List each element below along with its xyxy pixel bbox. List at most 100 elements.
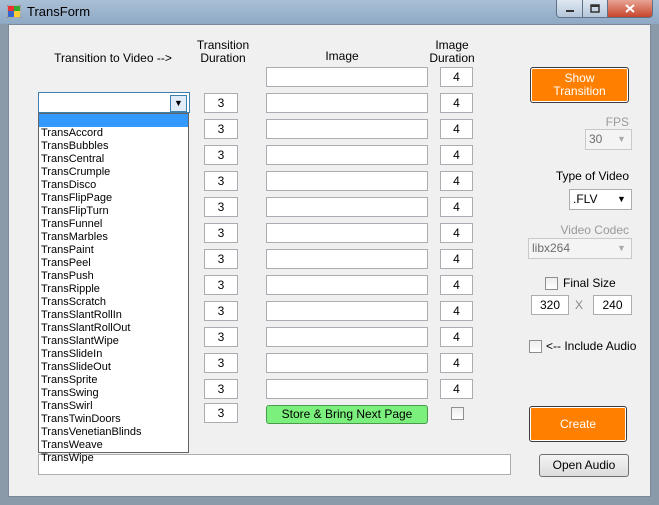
list-item[interactable]: TransSlideOut <box>39 361 188 374</box>
list-item-selected-blank[interactable] <box>39 114 188 127</box>
image-duration-field[interactable]: 4 <box>440 353 473 373</box>
list-item[interactable]: TransSlideIn <box>39 348 188 361</box>
list-item[interactable]: TransScratch <box>39 296 188 309</box>
list-item[interactable]: TransCentral <box>39 153 188 166</box>
list-item[interactable]: TransBubbles <box>39 140 188 153</box>
image-field[interactable] <box>266 353 428 373</box>
transition-duration-field[interactable]: 3 <box>204 119 238 139</box>
list-item[interactable]: TransSprite <box>39 374 188 387</box>
transition-duration-field[interactable]: 3 <box>204 145 238 165</box>
image-field[interactable] <box>266 67 428 87</box>
width-field[interactable]: 320 <box>531 295 569 315</box>
transition-duration-field[interactable]: 3 <box>204 327 238 347</box>
list-item[interactable]: TransSwirl <box>39 400 188 413</box>
image-duration-field[interactable]: 4 <box>440 171 473 191</box>
image-duration-field[interactable]: 4 <box>440 67 473 87</box>
list-item[interactable]: TransDisco <box>39 179 188 192</box>
list-item[interactable]: TransCrumple <box>39 166 188 179</box>
image-duration-field[interactable]: 4 <box>440 145 473 165</box>
image-duration-field[interactable]: 4 <box>440 93 473 113</box>
minimize-icon <box>565 9 574 12</box>
list-item[interactable]: TransRipple <box>39 283 188 296</box>
store-next-page-button[interactable]: Store & Bring Next Page <box>266 405 428 424</box>
type-of-video-label: Type of Video <box>555 169 629 183</box>
form-body: Transition to Video --> Transition Durat… <box>8 24 651 497</box>
transition-combo[interactable]: ▼ <box>38 92 190 113</box>
image-field[interactable] <box>266 275 428 295</box>
include-audio-checkbox[interactable] <box>529 340 542 353</box>
list-item[interactable]: TransPaint <box>39 244 188 257</box>
header-image-duration: Image Duration <box>429 38 475 65</box>
maximize-icon <box>590 4 600 13</box>
list-item[interactable]: TransTwinDoors <box>39 413 188 426</box>
list-item[interactable]: TransFlipTurn <box>39 205 188 218</box>
video-codec-combo: libx264 ▼ <box>528 238 632 259</box>
list-item[interactable]: TransWeave <box>39 439 188 452</box>
list-item[interactable]: TransSlantRollIn <box>39 309 188 322</box>
list-item[interactable]: TransSlantRollOut <box>39 322 188 335</box>
image-field[interactable] <box>266 223 428 243</box>
list-item[interactable]: TransSlantWipe <box>39 335 188 348</box>
list-item[interactable]: TransWipe <box>39 452 188 465</box>
image-duration-field[interactable]: 4 <box>440 379 473 399</box>
final-size-label: Final Size <box>563 276 616 290</box>
video-codec-value: libx264 <box>532 241 571 255</box>
chevron-down-icon: ▼ <box>617 243 626 253</box>
image-field[interactable] <box>266 145 428 165</box>
list-item[interactable]: TransPeel <box>39 257 188 270</box>
fps-combo: 30 ▼ <box>585 129 632 150</box>
image-duration-field[interactable]: 4 <box>440 119 473 139</box>
close-icon <box>625 4 635 13</box>
image-duration-field[interactable]: 4 <box>440 301 473 321</box>
header-transition-duration: Transition Duration <box>196 38 250 65</box>
image-field[interactable] <box>266 197 428 217</box>
list-item[interactable]: TransSwing <box>39 387 188 400</box>
image-duration-field[interactable]: 4 <box>440 223 473 243</box>
transition-duration-field[interactable]: 3 <box>204 275 238 295</box>
dropdown-arrow[interactable]: ▼ <box>170 95 187 112</box>
type-of-video-combo[interactable]: .FLV ▼ <box>569 189 632 210</box>
image-field[interactable] <box>266 379 428 399</box>
image-field[interactable] <box>266 249 428 269</box>
transition-duration-field[interactable]: 3 <box>204 197 238 217</box>
image-duration-field[interactable]: 4 <box>440 197 473 217</box>
close-button[interactable] <box>607 0 653 18</box>
image-duration-field[interactable]: 4 <box>440 275 473 295</box>
transition-duration-field[interactable]: 3 <box>204 223 238 243</box>
show-transition-button[interactable]: Show Transition <box>530 67 629 103</box>
transition-duration-field[interactable]: 3 <box>204 301 238 321</box>
title-bar[interactable]: TransForm <box>0 0 659 24</box>
height-field[interactable]: 240 <box>593 295 632 315</box>
transition-dropdown-list[interactable]: TransAccord TransBubbles TransCentral Trans… <box>38 113 189 464</box>
app-icon <box>7 5 21 18</box>
image-field[interactable] <box>266 301 428 321</box>
create-button[interactable]: Create <box>529 406 627 442</box>
last-row-checkbox[interactable] <box>451 407 464 420</box>
list-item[interactable]: TransFlipPage <box>39 192 188 205</box>
list-item[interactable]: TransMarbles <box>39 231 188 244</box>
list-item[interactable]: TransFunnel <box>39 218 188 231</box>
image-duration-field[interactable]: 4 <box>440 327 473 347</box>
image-duration-field[interactable]: 4 <box>440 249 473 269</box>
minimize-button[interactable] <box>556 0 583 18</box>
header-image: Image <box>325 49 359 63</box>
chevron-down-icon[interactable]: ▼ <box>614 192 629 207</box>
transition-duration-field-last[interactable]: 3 <box>204 403 238 423</box>
transition-duration-field[interactable]: 3 <box>204 171 238 191</box>
maximize-button[interactable] <box>582 0 608 18</box>
image-field[interactable] <box>266 327 428 347</box>
transition-duration-field[interactable]: 3 <box>204 353 238 373</box>
transition-duration-field[interactable]: 3 <box>204 249 238 269</box>
image-field[interactable] <box>266 93 428 113</box>
list-item[interactable]: TransPush <box>39 270 188 283</box>
chevron-down-icon: ▼ <box>174 98 183 108</box>
open-audio-button[interactable]: Open Audio <box>539 454 629 477</box>
header-transition-to-video: Transition to Video --> <box>54 51 172 65</box>
final-size-checkbox[interactable] <box>545 277 558 290</box>
image-field[interactable] <box>266 171 428 191</box>
transition-duration-field[interactable]: 3 <box>204 93 238 113</box>
list-item[interactable]: TransAccord <box>39 127 188 140</box>
image-field[interactable] <box>266 119 428 139</box>
transition-duration-field[interactable]: 3 <box>204 379 238 399</box>
list-item[interactable]: TransVenetianBlinds <box>39 426 188 439</box>
